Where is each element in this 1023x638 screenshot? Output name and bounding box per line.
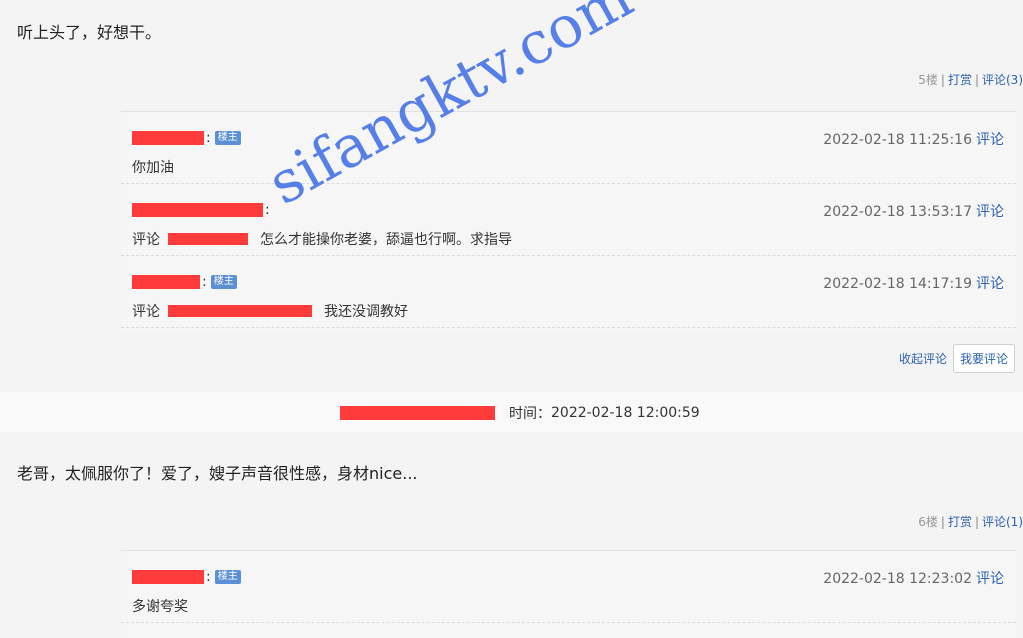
floor-number: 6楼 — [918, 515, 938, 529]
reply-item: : 楼主 2022-02-18 11:25:16 评论 你加油 — [121, 112, 1016, 184]
post-floor-6: 老哥，太佩服你了！爱了，嫂子声音很性感，身材nice... 6楼 | 打赏 | 评论(1… — [0, 432, 1023, 638]
post-text: 老哥，太佩服你了！爱了，嫂子声音很性感，身材nice... — [17, 464, 418, 483]
reply-prefix: 评论 — [132, 232, 160, 248]
time-label: 时间： — [509, 406, 551, 422]
post-meta: 5楼 | 打赏 | 评论(3) — [918, 73, 1023, 87]
redacted-username — [132, 131, 204, 145]
owner-badge: 楼主 — [214, 131, 241, 145]
reply-item: : 楼主 2022-02-18 14:17:19 评论 评论 我还没调教好 — [121, 256, 1016, 328]
reply-text: 多谢夸奖 — [132, 599, 188, 615]
write-comment-button[interactable]: 我要评论 — [952, 344, 1015, 373]
collapse-comments-link[interactable]: 收起评论 — [899, 350, 947, 367]
reply-timestamp: 2022-02-18 13:53:17 — [823, 204, 972, 220]
redacted-username — [132, 570, 204, 584]
post-text: 听上头了，好想干。 — [17, 23, 162, 42]
redacted-username — [132, 203, 263, 217]
tip-link[interactable]: 打赏 — [948, 515, 972, 529]
owner-badge: 楼主 — [214, 570, 241, 584]
reply-item: : 楼主 2022-02-18 12:23:02 评论 多谢夸奖 — [121, 551, 1016, 623]
redacted-username — [168, 305, 312, 317]
owner-badge: 楼主 — [210, 275, 237, 289]
reply-comment-link[interactable]: 评论 — [976, 571, 1004, 587]
post-floor-5: 听上头了，好想干。 5楼 | 打赏 | 评论(3) : 楼主 2022-02-18 11… — [0, 0, 1023, 392]
tip-link[interactable]: 打赏 — [948, 73, 972, 87]
reply-timestamp: 2022-02-18 14:17:19 — [823, 276, 972, 292]
reply-timestamp: 2022-02-18 12:23:02 — [823, 571, 972, 587]
reply-text: 你加油 — [132, 160, 174, 176]
redacted-username — [132, 275, 200, 289]
reply-prefix: 评论 — [132, 304, 160, 320]
reply-comment-link[interactable]: 评论 — [976, 276, 1004, 292]
post-meta: 6楼 | 打赏 | 评论(1) — [918, 515, 1023, 529]
reply-text: 我还没调教好 — [324, 304, 408, 320]
redacted-username — [340, 406, 495, 420]
reply-list: : 楼主 2022-02-18 11:25:16 评论 你加油 : 2022-02… — [121, 111, 1016, 333]
reply-comment-link[interactable]: 评论 — [976, 132, 1004, 148]
time-value: 2022-02-18 12:00:59 — [551, 405, 700, 421]
comment-actions: 收起评论 我要评论 — [899, 344, 1015, 373]
reply-comment-link[interactable]: 评论 — [976, 204, 1004, 220]
redacted-username — [168, 233, 248, 245]
comment-count-link[interactable]: 评论(1) — [982, 515, 1023, 529]
floor-number: 5楼 — [918, 73, 938, 87]
post-time-bar: 时间： 2022-02-18 12:00:59 — [0, 392, 1023, 432]
comment-count-link[interactable]: 评论(3) — [982, 73, 1023, 87]
reply-timestamp: 2022-02-18 11:25:16 — [823, 132, 972, 148]
reply-text: 怎么才能操你老婆，舔逼也行啊。求指导 — [260, 232, 512, 248]
reply-item: : 2022-02-18 13:53:17 评论 评论 怎么才能操你老婆，舔逼也行… — [121, 184, 1016, 256]
reply-list: : 楼主 2022-02-18 12:23:02 评论 多谢夸奖 — [121, 550, 1016, 638]
